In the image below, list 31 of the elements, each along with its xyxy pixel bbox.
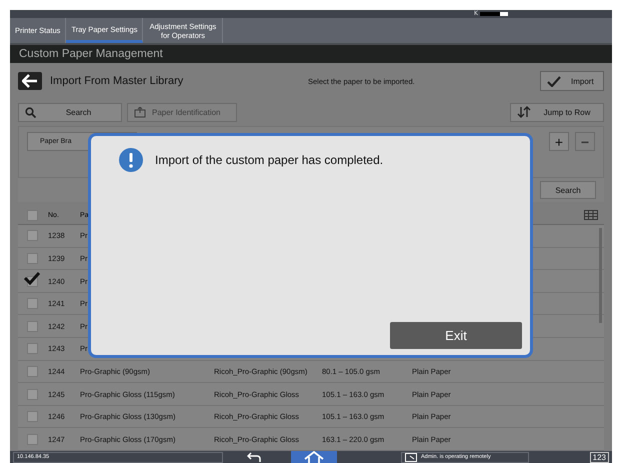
row-checkbox[interactable] xyxy=(27,298,38,310)
back-icon[interactable] xyxy=(247,452,261,462)
dialog-message: Import of the custom paper has completed. xyxy=(155,153,384,167)
exclamation-icon xyxy=(119,148,143,172)
row-checkbox[interactable] xyxy=(27,343,38,354)
row-checkbox[interactable] xyxy=(27,411,38,422)
search-button[interactable]: Search xyxy=(540,181,596,200)
import-button[interactable]: Import xyxy=(540,71,604,92)
keypad-button[interactable]: 123 xyxy=(590,452,609,462)
row-checkbox[interactable] xyxy=(27,434,38,445)
select-all-checkbox[interactable] xyxy=(27,210,38,221)
screen-title: Custom Paper Management xyxy=(19,48,163,60)
back-button[interactable] xyxy=(18,72,42,90)
toner-gauge-icon xyxy=(480,12,508,16)
jump-to-row-button[interactable]: Jump to Row xyxy=(510,102,604,122)
home-button[interactable] xyxy=(291,451,337,463)
search-button[interactable]: Search xyxy=(18,102,122,122)
row-checkbox[interactable] xyxy=(27,320,38,332)
row-checkbox[interactable] xyxy=(27,230,38,242)
add-button[interactable]: + xyxy=(549,132,569,152)
column-settings-icon[interactable] xyxy=(584,210,598,220)
header-title: Import From Master Library xyxy=(50,75,184,88)
row-checkbox[interactable] xyxy=(27,388,38,400)
upload-icon xyxy=(134,106,146,118)
row-checkbox[interactable] xyxy=(27,252,38,264)
search-icon xyxy=(25,106,36,118)
remote-icon xyxy=(405,452,417,462)
row-checkbox[interactable] xyxy=(27,366,38,377)
exit-button[interactable]: Exit xyxy=(390,322,522,349)
sort-arrows-icon xyxy=(517,106,531,118)
check-icon xyxy=(547,76,561,87)
